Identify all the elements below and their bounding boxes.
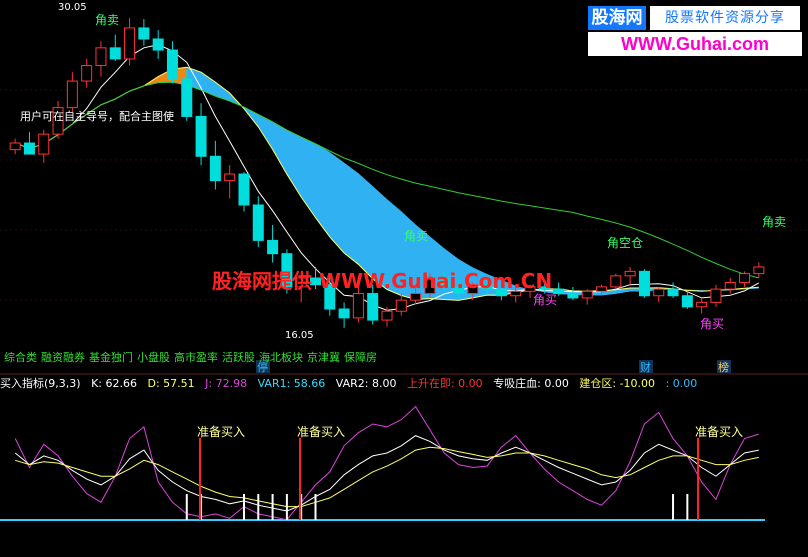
candle-body — [195, 115, 207, 157]
concept-tag: 融资融券 — [41, 351, 85, 364]
var1-value: VAR1: 58.66 — [257, 377, 326, 390]
candle-body — [9, 142, 21, 151]
concept-tag: 京津冀 — [307, 351, 340, 364]
date-tag: 榜 — [718, 360, 729, 374]
candle-body — [653, 288, 665, 297]
d-line — [15, 446, 759, 508]
indicator-header: 买入指标(9,3,3) K: 62.66 D: 57.51 J: 72.98 V… — [0, 377, 704, 391]
watermark-logo: 股海网 — [588, 6, 646, 30]
candle-body — [95, 47, 107, 67]
buy-signal-label: 角买 — [533, 293, 557, 307]
candle-body — [581, 290, 593, 299]
candle-body — [381, 310, 393, 321]
concept-tag: 保障房 — [344, 351, 377, 364]
center-watermark: 股海网提供 WWW.Guhai.Com.CN — [212, 269, 552, 293]
mid-annotation: 用户可在自主导号，配合主图使 — [20, 109, 174, 123]
date-tag: 财 — [640, 360, 651, 374]
candle-body — [610, 275, 622, 288]
candle-body — [238, 173, 250, 206]
candle-body — [596, 286, 608, 292]
candle-body — [66, 80, 78, 109]
jiancang-value: 建仓区: -10.00 — [579, 377, 656, 390]
concept-tag: 综合类 — [4, 351, 37, 364]
candle-body — [124, 27, 136, 60]
indicator-name: 买入指标(9,3,3) — [0, 377, 81, 390]
position-signal-label: 角空仓 — [607, 236, 643, 250]
prepare-buy-label: 准备买入 — [197, 425, 245, 439]
candle-body — [152, 38, 164, 51]
concept-tag: 小盘股 — [137, 351, 170, 364]
buy-signal-label: 角买 — [700, 317, 724, 331]
tail-value: : 0.00 — [665, 377, 698, 390]
watermark-tagline: 股票软件资源分享 — [650, 6, 800, 30]
candle-body — [724, 281, 736, 290]
candle-body — [338, 308, 350, 319]
sell-signal-label: 角卖 — [762, 215, 786, 229]
j-value: J: 72.98 — [205, 377, 248, 390]
concept-tag: 基金独门 — [89, 351, 133, 364]
d-value: D: 57.51 — [147, 377, 195, 390]
candle-body — [109, 47, 121, 60]
concept-tag-row: 综合类 融资融券 基金独门 小盘股 高市盈率 活跃股 海北板块 京津冀 保障房 — [4, 349, 381, 365]
prepare-buy-label: 准备买入 — [695, 425, 743, 439]
concept-tag: 高市盈率 — [174, 351, 218, 364]
candle-body — [624, 270, 636, 277]
prepare-buy-label: 准备买入 — [297, 425, 345, 439]
candle-body — [567, 293, 579, 299]
candle-body — [38, 133, 50, 155]
candle-body — [252, 204, 264, 241]
candle-body — [81, 65, 93, 82]
candle-body — [23, 142, 35, 155]
candle-body — [138, 27, 150, 40]
candle-body — [166, 49, 178, 80]
candle-body — [638, 270, 650, 297]
candlestick-series: 30.0516.05角卖角卖角卖角买角买角空仓用户可在自主导号，配合主图使股海网… — [9, 2, 786, 374]
indicator-panel: 准备买入 准备买入 准备买入 — [0, 405, 765, 521]
candle-body — [209, 155, 221, 182]
candle-body — [753, 266, 765, 275]
candle-body — [681, 295, 693, 308]
candle-body — [224, 173, 236, 182]
candle-body — [367, 293, 379, 321]
var2-value: VAR2: 8.00 — [335, 377, 397, 390]
rise-value: 上升在即: 0.00 — [406, 377, 483, 390]
high-price-label: 30.05 — [58, 2, 87, 13]
watermark-url: WWW.Guhai.com — [588, 32, 802, 56]
candle-body — [267, 239, 279, 255]
sell-signal-label: 角卖 — [95, 13, 119, 27]
concept-tag: 活跃股 — [222, 351, 255, 364]
stock-chart: 30.0516.05角卖角卖角卖角买角买角空仓用户可在自主导号，配合主图使股海网… — [0, 2, 808, 521]
candle-body — [667, 288, 679, 297]
candle-body — [696, 301, 708, 308]
sell-signal-label: 角卖 — [404, 229, 428, 243]
k-value: K: 62.66 — [91, 377, 137, 390]
candle-body — [395, 299, 407, 312]
candle-body — [181, 78, 193, 117]
concept-tag: 海北板块 — [259, 351, 303, 364]
low-price-label: 16.05 — [285, 330, 314, 341]
candle-body — [710, 288, 722, 303]
j-line — [14, 405, 759, 521]
candle-body — [352, 293, 364, 319]
candle-body — [410, 293, 422, 301]
candle-body — [739, 273, 751, 283]
zhuang-value: 专吸庄血: 0.00 — [493, 377, 569, 390]
site-watermark: 股海网 股票软件资源分享 WWW.Guhai.com — [588, 6, 802, 56]
